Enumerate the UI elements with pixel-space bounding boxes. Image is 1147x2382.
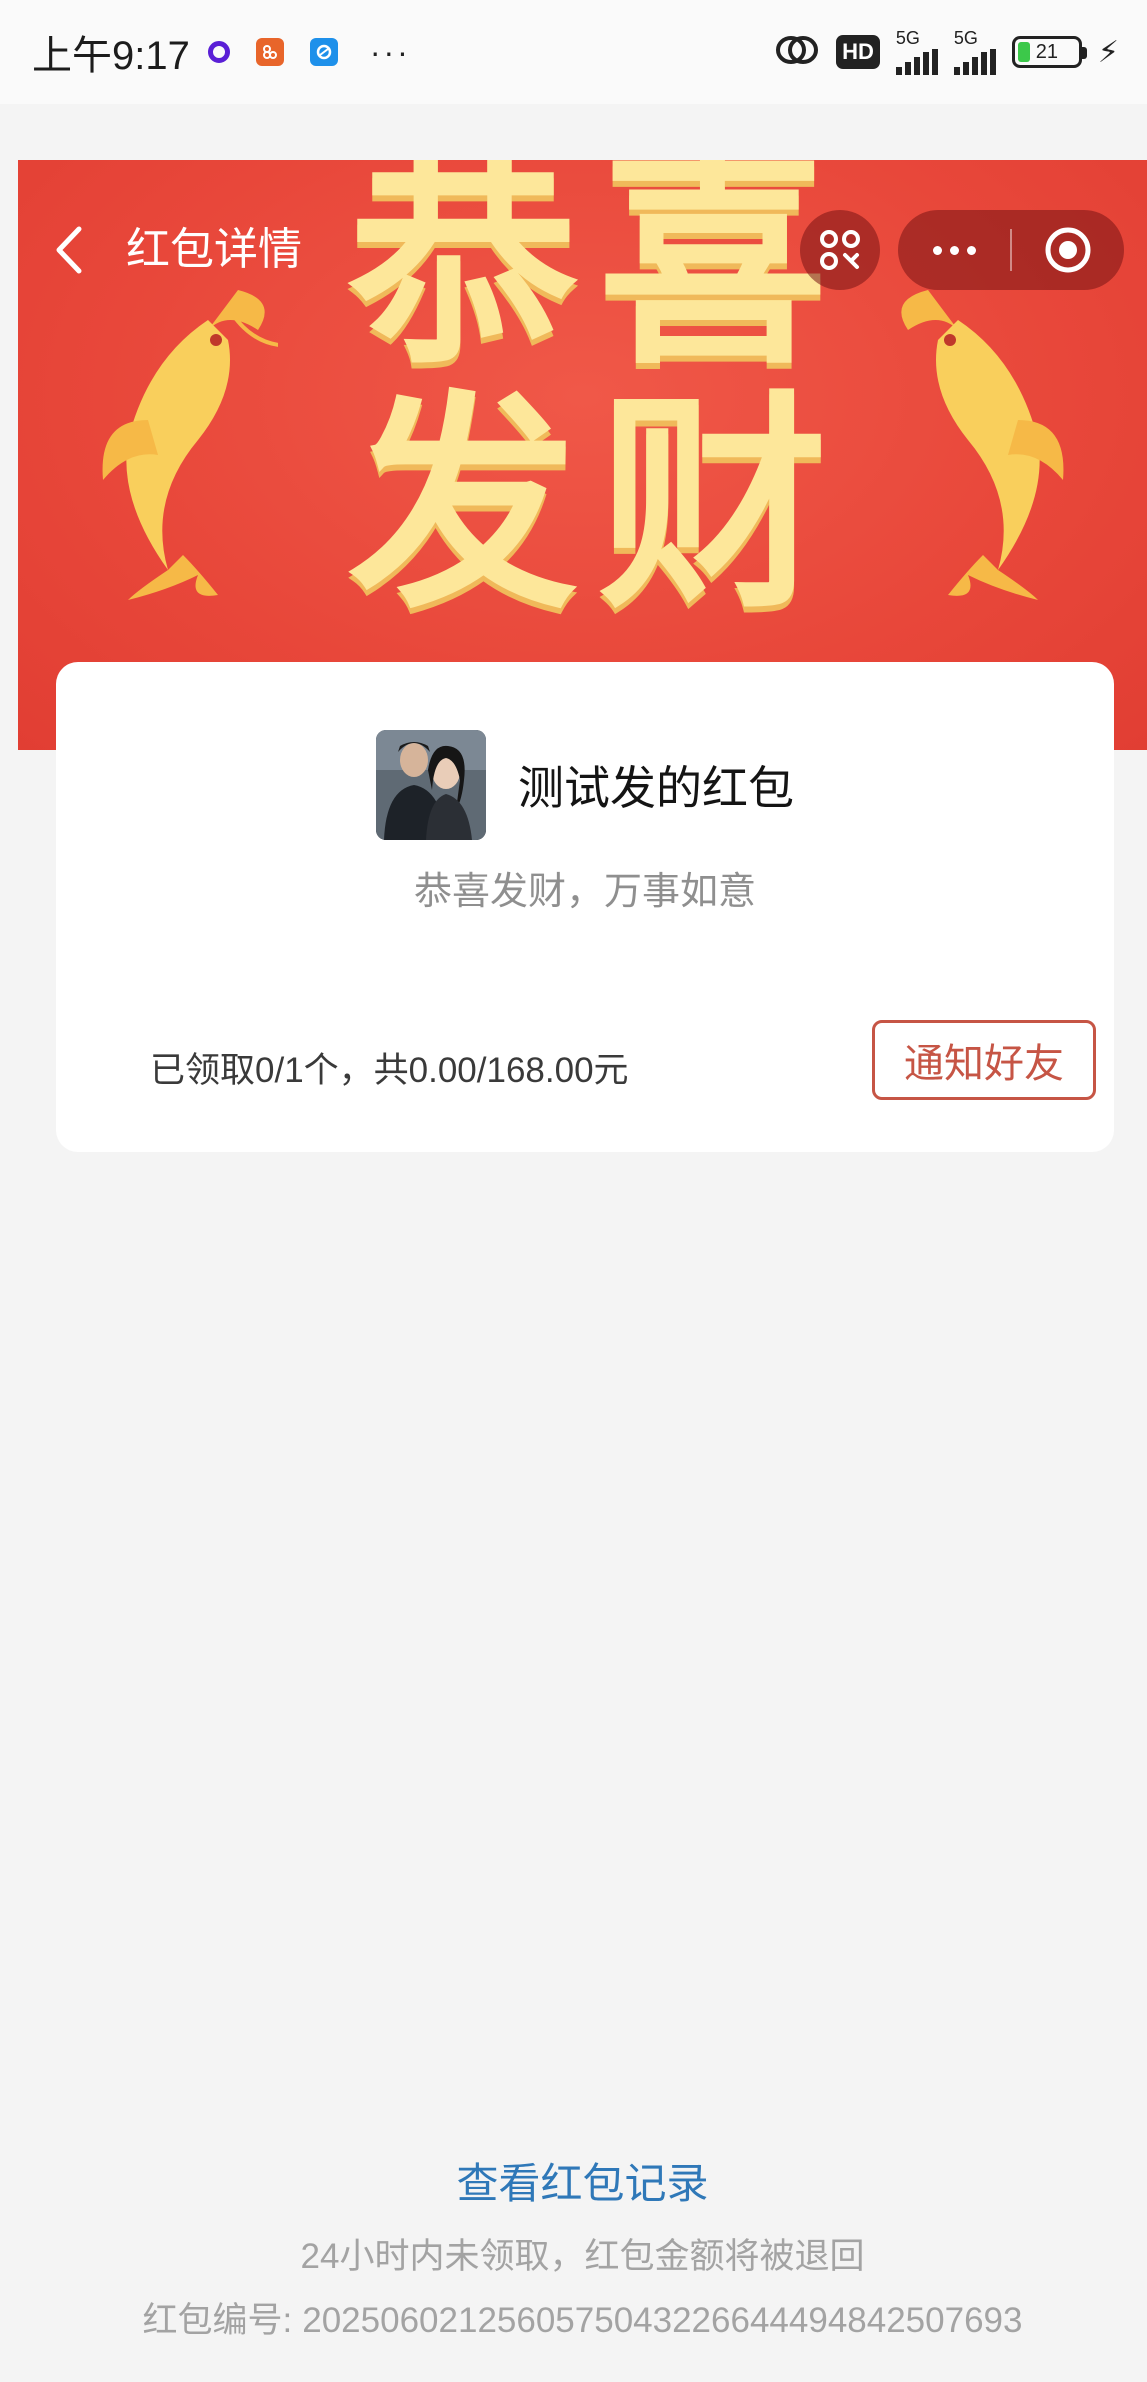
- packet-id-label: 红包编号:: [142, 2301, 293, 2340]
- target-close-icon: [1045, 227, 1091, 273]
- status-bar: 上午9:17 ··· HD 5G 5G 21 ⚡: [0, 0, 1147, 104]
- signal-icon: 5G: [953, 29, 996, 75]
- packet-id-value: 2025060212560575043226644494842507693: [302, 2301, 1023, 2340]
- notify-friends-button[interactable]: 通知好友: [872, 1020, 1096, 1100]
- red-packet-detail-page: 恭 喜 发 财 红包详情 测试发的红包 恭喜发财，万事如意 已领取0/1个，共0…: [18, 160, 1147, 2382]
- banner-char: 发: [348, 373, 579, 640]
- banner-char: 喜: [598, 160, 829, 396]
- app-notification-icon: [309, 38, 338, 66]
- greeting-text: 恭喜发财，万事如意: [413, 871, 756, 913]
- koi-fish-icon: [102, 290, 278, 600]
- notification-icons: ···: [207, 34, 411, 70]
- miniprogram-capsule: [898, 210, 1124, 290]
- scan-button[interactable]: [800, 210, 880, 290]
- banner-char: 恭: [348, 160, 579, 396]
- close-miniprogram-button[interactable]: [1012, 210, 1124, 290]
- refund-note: 24小时内未领取，红包金额将被退回: [300, 2237, 865, 2276]
- avatar[interactable]: [376, 730, 486, 840]
- status-time: 上午9:17: [32, 34, 190, 78]
- sender-row: 测试发的红包: [56, 730, 1114, 840]
- scan-qr-icon: [820, 230, 860, 270]
- banner-char: 财: [598, 373, 829, 640]
- more-notifications-icon: ···: [369, 34, 411, 70]
- page-title: 红包详情: [126, 225, 302, 274]
- koi-fish-icon: [901, 290, 1064, 600]
- avatar-image: [376, 730, 486, 840]
- chevron-left-icon: [56, 226, 82, 274]
- link-icon: [774, 33, 820, 72]
- battery-icon: 21: [1011, 36, 1087, 68]
- hd-voice-icon: HD: [836, 35, 880, 69]
- app-notification-icon: [255, 38, 284, 66]
- packet-id: 红包编号: 20250602125605750432266444948425076…: [18, 2292, 1147, 2343]
- red-packet-info-card: 测试发的红包 恭喜发财，万事如意 已领取0/1个，共0.00/168.00元 通…: [56, 662, 1114, 1152]
- more-menu-button[interactable]: [898, 210, 1010, 290]
- back-button[interactable]: [48, 222, 88, 278]
- claim-summary: 已领取0/1个，共0.00/168.00元: [150, 1051, 629, 1090]
- signal-icon: 5G: [895, 29, 938, 75]
- charging-icon: ⚡: [1097, 35, 1119, 69]
- app-notification-icon: [207, 41, 230, 63]
- sender-name: 测试发的红包: [518, 762, 794, 814]
- view-red-packet-records-link[interactable]: 查看红包记录: [18, 2150, 1147, 2211]
